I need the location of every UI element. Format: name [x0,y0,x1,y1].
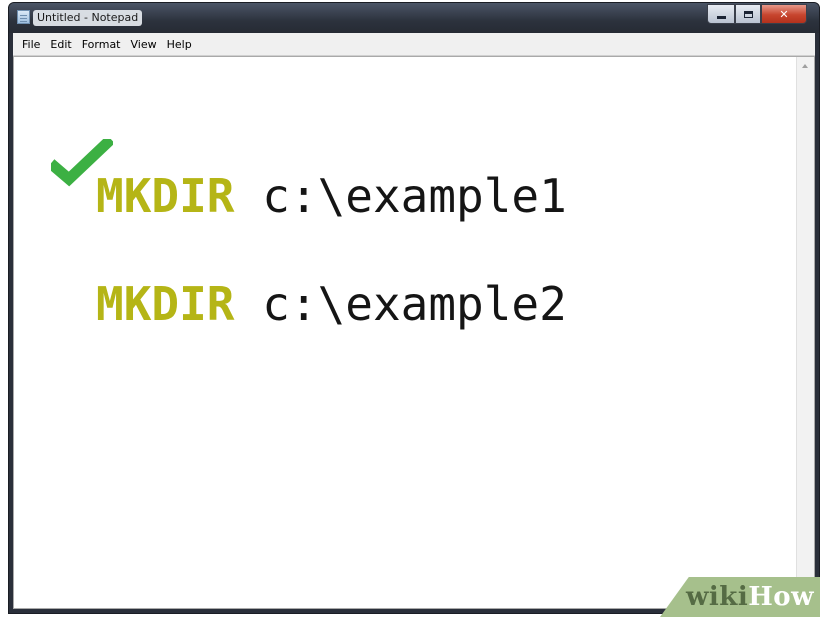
scroll-up-icon[interactable] [802,64,808,68]
minimize-icon [716,15,726,19]
text-editor-area[interactable]: MKDIR c:\example1 MKDIR c:\example2 [13,56,815,609]
code-line: MKDIR c:\example1 [96,169,567,223]
close-icon: ✕ [779,7,789,21]
menu-bar: File Edit Format View Help [13,33,815,56]
vertical-scrollbar[interactable] [796,57,814,608]
minimize-button[interactable] [707,4,735,24]
wikihow-logo: wikiHow [686,582,814,612]
code-line: MKDIR c:\example2 [96,277,567,331]
maximize-icon [743,10,753,18]
notepad-window: Untitled - Notepad ✕ File Edit Format Vi… [8,2,820,614]
command-argument: c:\example1 [262,169,567,223]
notepad-icon[interactable] [17,10,30,24]
command-keyword: MKDIR [96,169,235,223]
menu-format[interactable]: Format [77,38,126,51]
command-keyword: MKDIR [96,277,235,331]
window-controls: ✕ [707,4,807,24]
menu-help[interactable]: Help [162,38,197,51]
maximize-button[interactable] [735,4,761,24]
window-title: Untitled - Notepad [33,10,143,26]
menu-edit[interactable]: Edit [45,38,76,51]
close-button[interactable]: ✕ [761,4,807,24]
title-bar[interactable]: Untitled - Notepad ✕ [9,3,819,33]
menu-view[interactable]: View [126,38,162,51]
command-argument: c:\example2 [262,277,567,331]
menu-file[interactable]: File [17,38,45,51]
